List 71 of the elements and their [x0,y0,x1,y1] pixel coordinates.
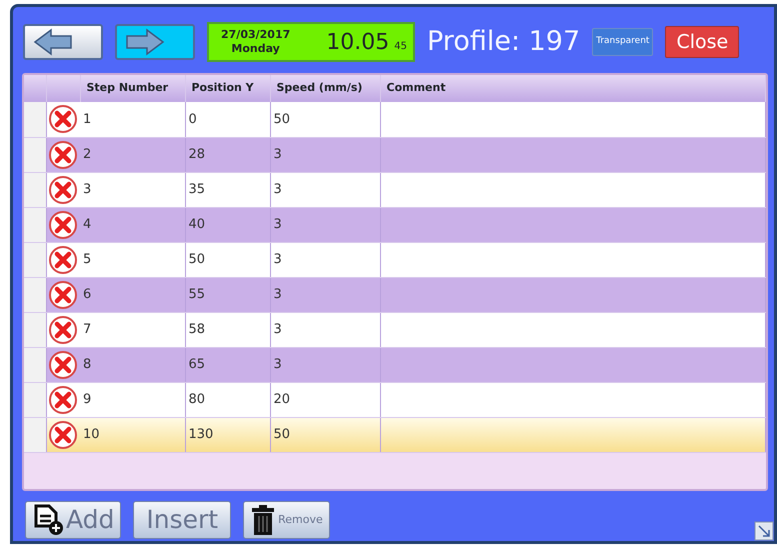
forward-button[interactable] [115,24,195,60]
table-row[interactable]: 7 58 3 [24,312,766,347]
table-cell: 1 [80,102,185,137]
transparent-button[interactable]: Transparent [592,28,654,56]
column-header: Comment [380,75,766,102]
table-cell: 9 [80,382,185,417]
table-cell: 3 [80,172,185,207]
date-label: 27/03/2017 [221,28,290,42]
table-cell: 5 [80,242,185,277]
table-cell: 4 [80,207,185,242]
arrow-left-icon [33,28,73,56]
seconds-label: 45 [394,40,407,54]
table-row[interactable]: 3 35 3 [24,172,766,207]
insert-button[interactable]: Insert [133,501,232,539]
table-cell: 3 [270,137,380,172]
trash-icon [250,504,276,536]
table-row[interactable]: 4 40 3 [24,207,766,242]
add-button[interactable]: Add [25,501,122,539]
table-cell: 65 [185,347,270,382]
profile-title: Profile: 197 [427,24,580,59]
table-row[interactable]: 6 55 3 [24,277,766,312]
arrow-right-icon [125,28,165,56]
table-cell: 3 [270,242,380,277]
table-cell: 3 [270,347,380,382]
table-cell: 6 [80,277,185,312]
resize-grip-icon[interactable] [754,521,774,541]
table-cell: 3 [270,207,380,242]
table-cell: 35 [185,172,270,207]
column-header: Speed (mm/s) [270,75,380,102]
table-cell: 130 [185,417,270,452]
table-row[interactable]: 9 80 20 [24,382,766,417]
delete-icon[interactable] [48,104,78,134]
delete-icon[interactable] [48,140,78,170]
column-header: Position Y [185,75,270,102]
table-cell: 0 [185,102,270,137]
delete-icon[interactable] [48,280,78,310]
table-cell: 3 [270,172,380,207]
delete-icon[interactable] [48,244,78,274]
table-cell: 8 [80,347,185,382]
table-cell: 3 [270,277,380,312]
delete-icon[interactable] [48,314,78,344]
table-cell: 80 [185,382,270,417]
delete-icon[interactable] [48,420,78,450]
delete-icon[interactable] [48,174,78,204]
table-cell: 3 [270,312,380,347]
table-row[interactable]: 10 130 50 [24,417,766,452]
column-header: Step Number [80,75,185,102]
table-cell: 50 [270,417,380,452]
day-label: Monday [230,42,281,56]
table-cell: 58 [185,312,270,347]
table-cell: 40 [185,207,270,242]
table-row[interactable]: 1 0 50 [24,102,766,137]
delete-icon[interactable] [48,384,78,414]
table-cell: 50 [185,242,270,277]
table-cell: 7 [80,312,185,347]
time-label: 10.05 [326,28,390,56]
table-cell: 50 [270,102,380,137]
table-cell: 28 [185,137,270,172]
table-cell: 2 [80,137,185,172]
delete-icon[interactable] [48,350,78,380]
remove-button[interactable]: Remove [243,501,330,539]
table-row[interactable]: 2 28 3 [24,137,766,172]
table-row[interactable]: 5 50 3 [24,242,766,277]
delete-icon[interactable] [48,210,78,240]
document-add-icon [32,504,64,536]
table-cell: 55 [185,277,270,312]
table-row[interactable]: 8 65 3 [24,347,766,382]
back-button[interactable] [23,24,103,60]
table-cell: 20 [270,382,380,417]
close-button[interactable]: Close [665,26,740,58]
table-cell: 10 [80,417,185,452]
